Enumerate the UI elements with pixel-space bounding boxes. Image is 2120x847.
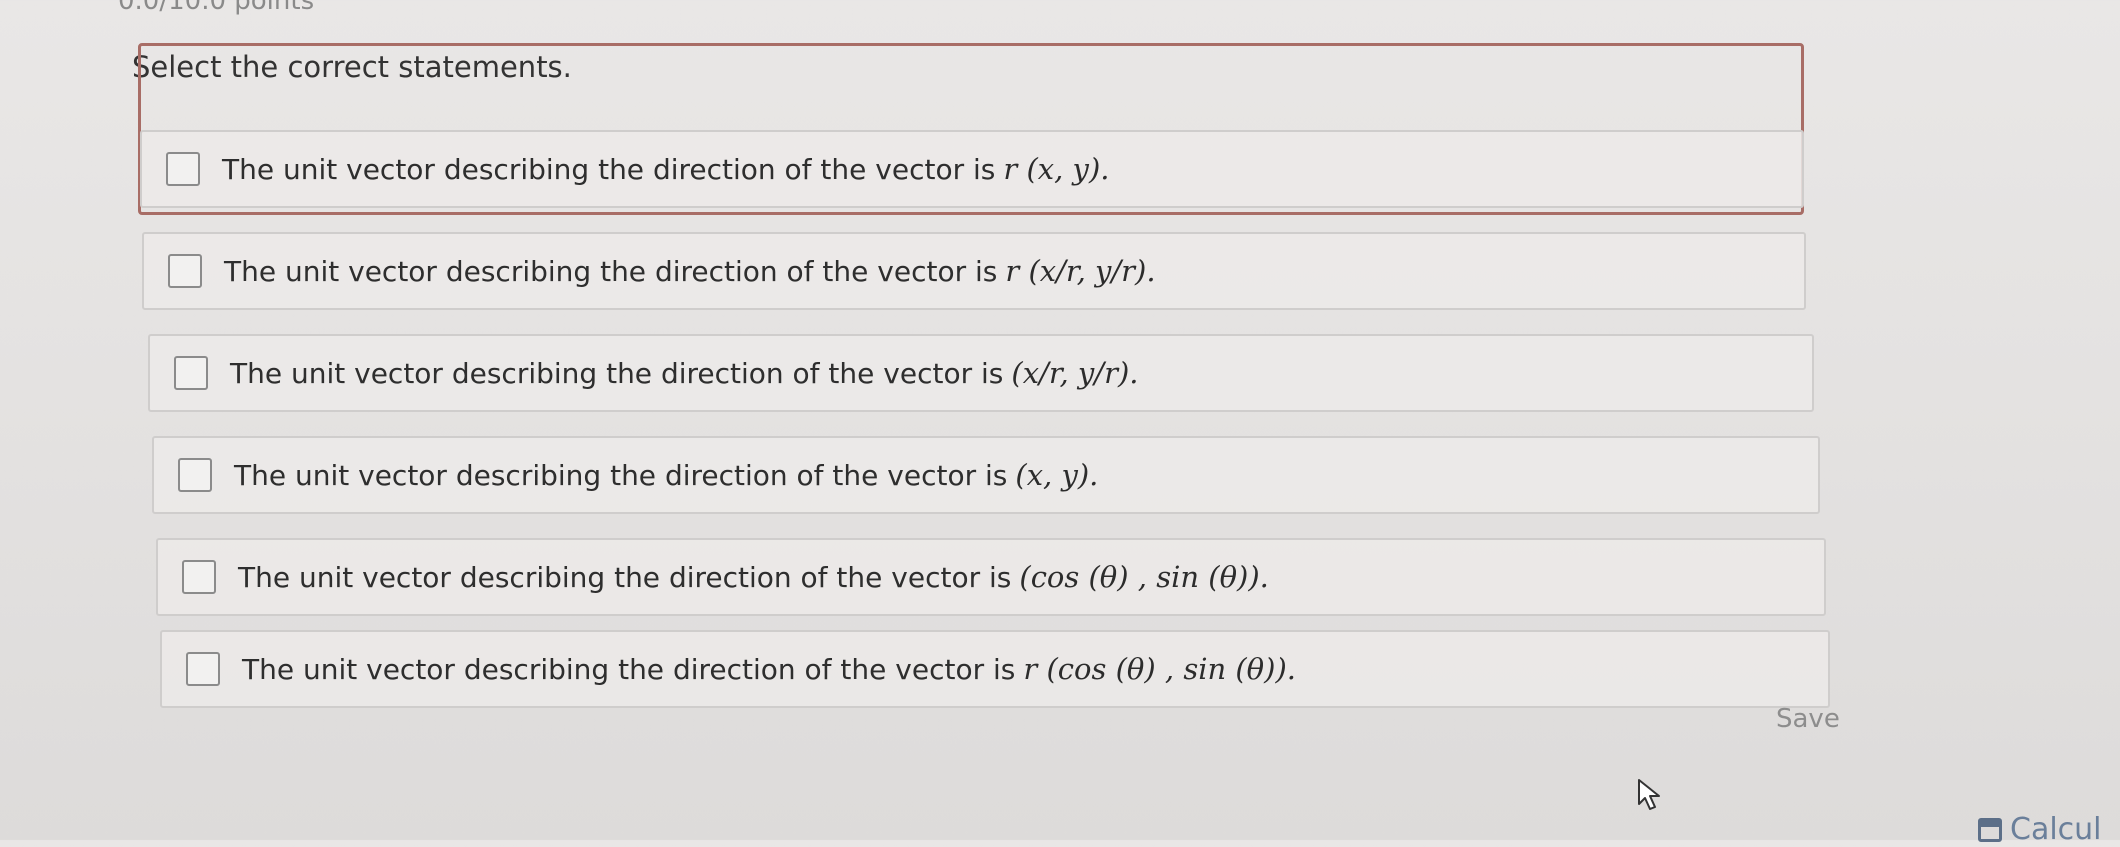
- option-6-math: r (cos (θ) , sin (θ)).: [1023, 652, 1296, 686]
- option-6[interactable]: The unit vector describing the direction…: [160, 630, 1830, 708]
- points-header: 0.0/10.0 points: [118, 0, 315, 16]
- option-2[interactable]: The unit vector describing the direction…: [142, 232, 1806, 310]
- option-4-label: The unit vector describing the direction…: [234, 458, 1008, 492]
- option-1-math: r (x, y).: [1003, 152, 1110, 186]
- option-3-checkbox[interactable]: [174, 356, 208, 390]
- question-prompt: Select the correct statements.: [132, 50, 572, 84]
- option-5-label: The unit vector describing the direction…: [238, 560, 1012, 594]
- calculator-label: Calcul: [2010, 812, 2102, 847]
- option-2-checkbox[interactable]: [168, 254, 202, 288]
- option-1-label: The unit vector describing the direction…: [222, 152, 996, 186]
- option-4-checkbox[interactable]: [178, 458, 212, 492]
- calculator-button[interactable]: Calcul: [1978, 812, 2102, 847]
- option-4[interactable]: The unit vector describing the direction…: [152, 436, 1820, 514]
- option-5-checkbox[interactable]: [182, 560, 216, 594]
- option-5-math: (cos (θ) , sin (θ)).: [1019, 560, 1269, 594]
- mouse-cursor-icon: [1638, 779, 1660, 810]
- calculator-icon: [1978, 817, 2002, 842]
- option-1-checkbox[interactable]: [166, 152, 200, 186]
- option-1[interactable]: The unit vector describing the direction…: [140, 130, 1804, 208]
- option-3[interactable]: The unit vector describing the direction…: [148, 334, 1814, 412]
- option-5[interactable]: The unit vector describing the direction…: [156, 538, 1826, 616]
- option-6-checkbox[interactable]: [186, 652, 220, 686]
- option-3-label: The unit vector describing the direction…: [230, 356, 1004, 390]
- option-2-label: The unit vector describing the direction…: [224, 254, 998, 288]
- save-button[interactable]: Save: [1776, 704, 1840, 734]
- option-6-label: The unit vector describing the direction…: [242, 652, 1016, 686]
- option-2-math: r (x/r, y/r).: [1005, 254, 1156, 288]
- option-3-math: (x/r, y/r).: [1011, 356, 1139, 390]
- option-4-math: (x, y).: [1015, 458, 1099, 492]
